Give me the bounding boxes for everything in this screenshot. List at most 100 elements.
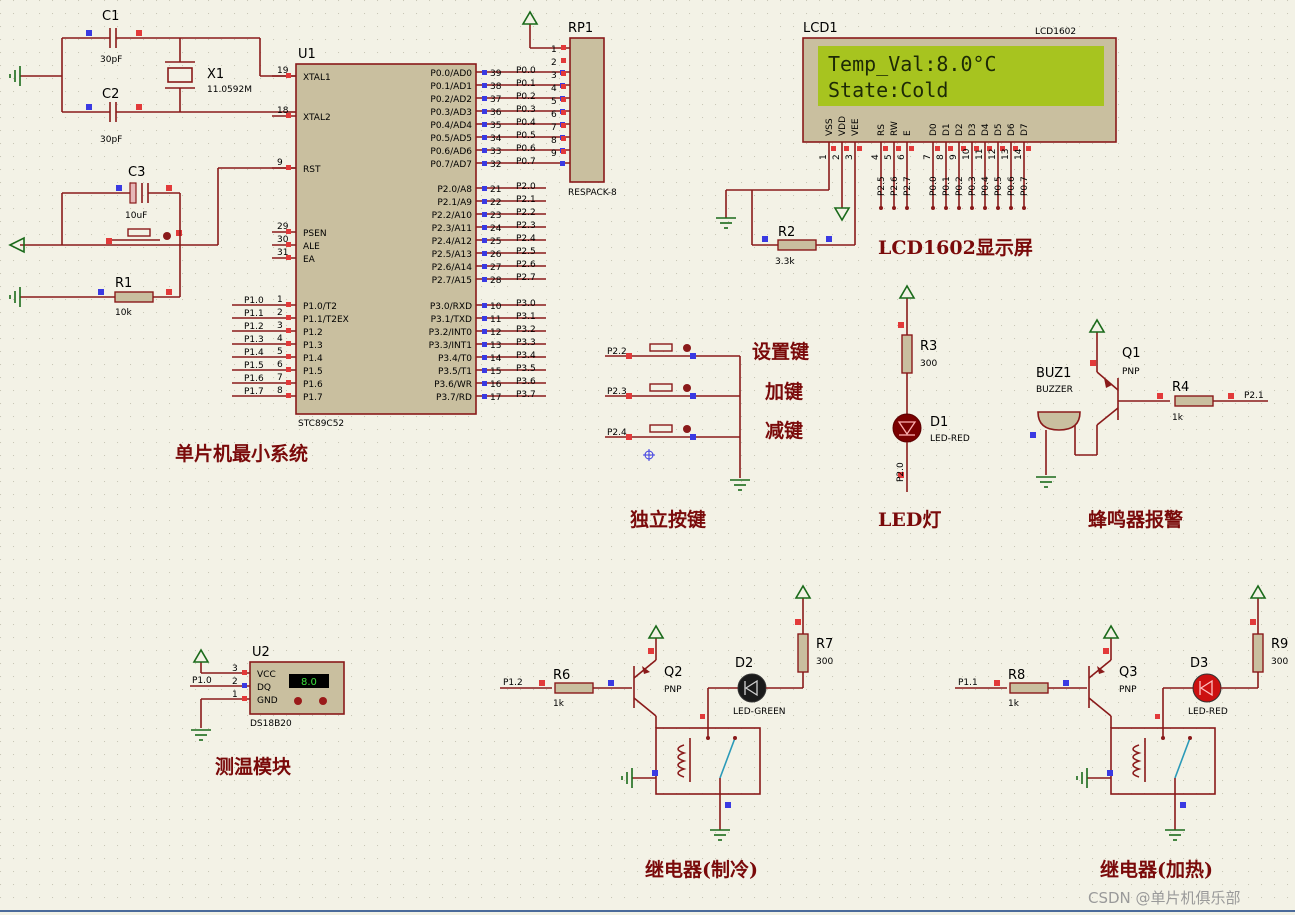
r2-value: 3.3k bbox=[775, 257, 795, 267]
net-label: P3.0 bbox=[516, 299, 536, 309]
lcd-net-label: P0.1 bbox=[942, 176, 952, 196]
r3-ref: R3 bbox=[920, 339, 937, 354]
lcd-pin-name: D4 bbox=[981, 123, 991, 136]
net-label: P2.1 bbox=[516, 195, 536, 205]
lcd-pin-name: RW bbox=[890, 121, 900, 136]
pin-name: P2.6/A14 bbox=[432, 263, 473, 273]
pin-number: 14 bbox=[490, 354, 502, 364]
lcd-pin-name: D7 bbox=[1020, 123, 1030, 136]
pin-name: XTAL2 bbox=[303, 113, 331, 123]
pin-number: 3 bbox=[277, 321, 283, 331]
lcd-pin-name: D3 bbox=[968, 123, 978, 136]
net-label: P1.6 bbox=[244, 374, 264, 384]
title-led: LED灯 bbox=[878, 509, 941, 531]
lcd-ref: LCD1 bbox=[803, 21, 838, 36]
net-label: P0.4 bbox=[516, 118, 536, 128]
title-lcd: LCD1602显示屏 bbox=[878, 237, 1033, 259]
pin-name: GND bbox=[257, 696, 278, 706]
led-ref: D3 bbox=[1190, 656, 1208, 671]
resistor-value: 1k bbox=[553, 699, 565, 709]
pin-name: P1.2 bbox=[303, 328, 323, 338]
resistor-ref: R9 bbox=[1271, 637, 1288, 652]
pin-number: 1 bbox=[277, 295, 283, 305]
lcd-pin-num: 12 bbox=[988, 149, 998, 160]
pin-name: P0.7/AD7 bbox=[430, 160, 472, 170]
lcd-pin-num: 3 bbox=[845, 154, 855, 160]
pin-number: 39 bbox=[490, 69, 502, 79]
pin-name: P0.5/AD5 bbox=[430, 134, 472, 144]
u1-ref: U1 bbox=[298, 47, 316, 62]
resistor-value: 300 bbox=[816, 657, 833, 667]
transistor-part: PNP bbox=[1119, 685, 1137, 695]
pin-number: 9 bbox=[277, 158, 283, 168]
d1-ref: D1 bbox=[930, 415, 948, 430]
pin-number: 1 bbox=[232, 690, 238, 700]
pin-number: 34 bbox=[490, 134, 502, 144]
lcd-pin-num: 10 bbox=[962, 148, 972, 160]
rp1-pin: 7 bbox=[551, 123, 557, 133]
pin-name: P1.6 bbox=[303, 380, 323, 390]
lcd-pin-num: 6 bbox=[897, 154, 907, 160]
pin-name: DQ bbox=[257, 683, 271, 693]
key-label-set: 设置键 bbox=[752, 340, 809, 363]
pin-name: P3.0/RXD bbox=[430, 302, 472, 312]
c3-value: 10uF bbox=[125, 211, 147, 221]
net-label: P0.0 bbox=[516, 66, 536, 76]
lcd-pin-num: 4 bbox=[871, 154, 881, 160]
net-label: P3.5 bbox=[516, 364, 536, 374]
relay-net-label: P1.2 bbox=[503, 678, 523, 688]
lcd-pin-num: 11 bbox=[975, 149, 985, 160]
rp1-pin: 4 bbox=[551, 84, 557, 94]
pin-name: P0.4/AD4 bbox=[430, 121, 472, 131]
lcd-pin-name: E bbox=[903, 130, 913, 136]
pin-name: P1.5 bbox=[303, 367, 323, 377]
pin-name: XTAL1 bbox=[303, 73, 331, 83]
lcd-pin-name: D6 bbox=[1007, 123, 1017, 136]
lcd-net-label: P0.5 bbox=[994, 176, 1004, 196]
resistor-ref: R8 bbox=[1008, 668, 1025, 683]
lcd-net-label: P0.3 bbox=[968, 176, 978, 196]
pin-name: P1.4 bbox=[303, 354, 323, 364]
net-label: P0.6 bbox=[516, 144, 536, 154]
pin-number: 6 bbox=[277, 360, 283, 370]
pin-number: 12 bbox=[490, 328, 501, 338]
pin-name: P0.6/AD6 bbox=[430, 147, 472, 157]
key-net-label: P2.4 bbox=[607, 428, 627, 438]
pin-name: P1.7 bbox=[303, 393, 323, 403]
title-relay-heat: 继电器(加热) bbox=[1100, 858, 1213, 881]
r4-ref: R4 bbox=[1172, 380, 1189, 395]
lcd-net-label: P2.7 bbox=[903, 176, 913, 196]
key-net-label: P2.2 bbox=[607, 347, 627, 357]
rp1-pin: 9 bbox=[551, 149, 557, 159]
rp1-pin: 3 bbox=[551, 71, 557, 81]
transistor-ref: Q2 bbox=[664, 665, 683, 680]
net-label: P1.4 bbox=[244, 348, 264, 358]
lcd-pin-name: RS bbox=[877, 124, 887, 136]
net-label: P0.7 bbox=[516, 157, 536, 167]
r2-ref: R2 bbox=[778, 225, 795, 240]
pin-name: P1.1/T2EX bbox=[303, 315, 349, 325]
title-buzzer: 蜂鸣器报警 bbox=[1088, 508, 1183, 531]
watermark: CSDN @单片机俱乐部 bbox=[1088, 889, 1241, 907]
sensor-display-value: 8.0 bbox=[301, 677, 317, 688]
buz1-part: BUZZER bbox=[1036, 385, 1073, 395]
net-label: P0.2 bbox=[516, 92, 536, 102]
pin-number: 28 bbox=[490, 276, 502, 286]
pin-name: P0.2/AD2 bbox=[430, 95, 472, 105]
transistor-part: PNP bbox=[664, 685, 682, 695]
r3-value: 300 bbox=[920, 359, 937, 369]
pin-number: 16 bbox=[490, 380, 502, 390]
pin-number: 33 bbox=[490, 147, 501, 157]
net-label: P2.2 bbox=[516, 208, 536, 218]
c2-ref: C2 bbox=[102, 87, 119, 102]
r4-value: 1k bbox=[1172, 413, 1184, 423]
net-label: P2.5 bbox=[516, 247, 536, 257]
net-label: P1.5 bbox=[244, 361, 264, 371]
lcd-pin-num: 5 bbox=[884, 154, 894, 160]
net-label: P1.2 bbox=[244, 322, 264, 332]
lcd-pin-num: 9 bbox=[949, 154, 959, 160]
lcd-pin-name: D5 bbox=[994, 123, 1004, 136]
pin-number: 25 bbox=[490, 237, 501, 247]
lcd-pin-num: 14 bbox=[1014, 148, 1024, 160]
pin-number: 8 bbox=[277, 386, 283, 396]
